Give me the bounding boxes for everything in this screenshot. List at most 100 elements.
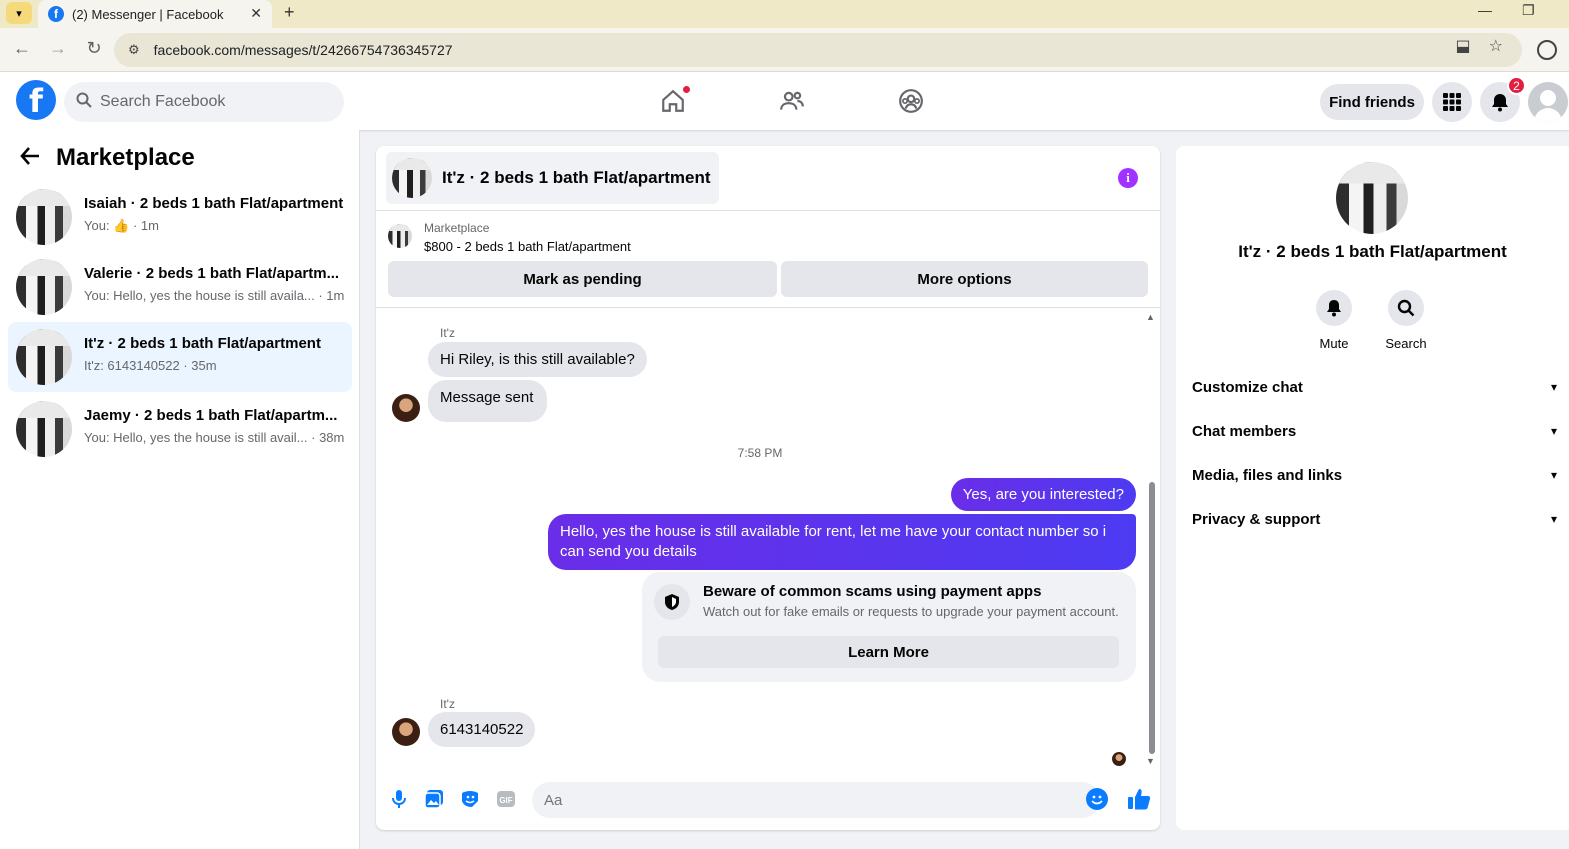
find-friends-button[interactable]: Find friends xyxy=(1320,84,1424,120)
sidebar-header: Marketplace xyxy=(20,144,195,172)
tab-search-chevron-icon[interactable]: ▾ xyxy=(6,2,32,24)
microphone-icon[interactable] xyxy=(388,788,410,810)
reload-icon[interactable]: ↻ xyxy=(82,38,106,59)
info-icon[interactable]: i xyxy=(1118,168,1138,188)
learn-more-button[interactable]: Learn More xyxy=(658,636,1119,668)
conversation-preview: You: 👍 · 1m xyxy=(84,218,159,233)
search-placeholder: Search Facebook xyxy=(100,93,226,110)
message-timestamp: 7:58 PM xyxy=(737,446,783,460)
search-icon xyxy=(1388,290,1424,326)
install-app-icon[interactable]: ⬓ xyxy=(1456,36,1471,56)
mark-as-pending-button[interactable]: Mark as pending xyxy=(388,261,777,297)
mute-label: Mute xyxy=(1319,336,1349,351)
conversation-name: Isaiah · 2 beds 1 bath Flat/apartment xyxy=(84,195,344,212)
chat-pane: It'z · 2 beds 1 bath Flat/apartment i Ma… xyxy=(376,146,1160,830)
restore-icon[interactable]: ❐ xyxy=(1522,2,1535,19)
outgoing-message: Hello, yes the house is still available … xyxy=(548,514,1136,570)
facebook-favicon-icon: f xyxy=(48,6,64,22)
outgoing-message: Yes, are you interested? xyxy=(950,478,1136,511)
chat-thumbnail xyxy=(392,158,432,198)
facebook-logo[interactable]: f xyxy=(16,80,56,120)
chevron-down-icon: ▾ xyxy=(1550,512,1557,526)
privacy-support-section[interactable]: Privacy & support ▾ xyxy=(1192,499,1557,539)
tab-title: (2) Messenger | Facebook xyxy=(72,6,224,22)
marketplace-listing-bar: Marketplace $800 - 2 beds 1 bath Flat/ap… xyxy=(376,210,1160,308)
scroll-down-icon[interactable]: ▼ xyxy=(1146,756,1155,766)
thumbs-up-icon: 👍 xyxy=(113,218,130,233)
chat-title: It'z · 2 beds 1 bath Flat/apartment xyxy=(442,168,711,187)
minimize-icon[interactable]: — xyxy=(1478,2,1492,18)
forward-icon[interactable]: → xyxy=(46,38,70,59)
browser-tab[interactable]: f (2) Messenger | Facebook ✕ xyxy=(38,0,272,28)
chat-members-section[interactable]: Chat members ▾ xyxy=(1192,411,1557,451)
new-tab-button[interactable]: + xyxy=(284,2,295,23)
conversation-preview: It'z: 6143140522 · 35m xyxy=(84,358,217,373)
sender-name: It'z xyxy=(440,326,455,340)
notifications-bell-icon[interactable]: 2 xyxy=(1480,76,1526,122)
grid-menu-icon[interactable] xyxy=(1432,82,1472,122)
chat-info-title: It'z · 2 beds 1 bath Flat/apartment xyxy=(1238,242,1507,261)
conversation-preview: You: Hello, yes the house is still avail… xyxy=(84,430,345,445)
tab-close-icon[interactable]: ✕ xyxy=(250,5,262,22)
sidebar-title: Marketplace xyxy=(56,144,195,171)
media-files-links-section[interactable]: Media, files and links ▾ xyxy=(1192,455,1557,495)
conversation-name: Jaemy · 2 beds 1 bath Flat/apartm... xyxy=(84,407,338,424)
bell-icon xyxy=(1316,290,1352,326)
chat-header-title-button[interactable]: It'z · 2 beds 1 bath Flat/apartment xyxy=(386,152,719,204)
customize-chat-section[interactable]: Customize chat ▾ xyxy=(1192,367,1557,407)
account-avatar[interactable] xyxy=(1528,82,1568,122)
message-composer: GIF xyxy=(376,772,1160,830)
groups-icon[interactable] xyxy=(896,86,926,116)
conversation-item[interactable]: Isaiah · 2 beds 1 bath Flat/apartment Yo… xyxy=(8,182,352,252)
message-input[interactable] xyxy=(532,782,1100,818)
listing-thumbnail xyxy=(16,329,72,385)
url-text: facebook.com/messages/t/2426675473634572… xyxy=(153,42,453,58)
url-field[interactable]: ⚙ facebook.com/messages/t/24266754736345… xyxy=(114,33,1522,67)
incoming-message: Message sent xyxy=(428,380,548,422)
svg-text:GIF: GIF xyxy=(499,796,512,805)
back-icon[interactable]: ← xyxy=(10,38,34,59)
search-label: Search xyxy=(1385,336,1427,351)
seen-receipt-avatar xyxy=(1112,752,1126,766)
scroll-up-icon[interactable]: ▲ xyxy=(1146,312,1155,322)
listing-thumbnail xyxy=(16,401,72,457)
conversation-name: It'z · 2 beds 1 bath Flat/apartment xyxy=(84,335,321,352)
chat-scrollbar[interactable]: ▲ ▼ xyxy=(1146,312,1156,766)
bookmark-star-icon[interactable]: ☆ xyxy=(1489,36,1503,56)
sticker-icon[interactable] xyxy=(459,788,481,810)
friends-icon[interactable] xyxy=(777,86,807,116)
message-thread: It'z Hi Riley, is this still available? … xyxy=(376,308,1160,770)
listing-price-title[interactable]: $800 - 2 beds 1 bath Flat/apartment xyxy=(424,239,631,254)
browser-profile-icon[interactable] xyxy=(1537,40,1557,60)
emoji-icon[interactable] xyxy=(1086,788,1108,810)
photo-icon[interactable] xyxy=(423,788,445,810)
home-notification-dot xyxy=(683,86,690,93)
shield-icon xyxy=(654,584,690,620)
site-settings-icon[interactable]: ⚙ xyxy=(128,42,140,58)
sender-name: It'z xyxy=(440,697,455,711)
thumbs-up-send-icon[interactable] xyxy=(1126,786,1152,812)
sender-avatar xyxy=(392,718,420,746)
mute-button[interactable]: Mute xyxy=(1304,290,1364,351)
notification-count-badge: 2 xyxy=(1507,76,1526,95)
conversation-item[interactable]: Valerie · 2 beds 1 bath Flat/apartm... Y… xyxy=(8,252,352,322)
more-options-button[interactable]: More options xyxy=(781,261,1148,297)
incoming-message: 6143140522 xyxy=(428,712,536,747)
conversation-item-active[interactable]: It'z · 2 beds 1 bath Flat/apartment It'z… xyxy=(8,322,352,392)
chevron-down-icon: ▾ xyxy=(1550,468,1557,482)
search-facebook-field[interactable]: Search Facebook xyxy=(64,82,344,122)
conversation-item[interactable]: Jaemy · 2 beds 1 bath Flat/apartm... You… xyxy=(8,394,352,464)
conversation-preview: You: Hello, yes the house is still avail… xyxy=(84,288,345,303)
scrollbar-thumb[interactable] xyxy=(1149,482,1155,754)
address-bar-row: ← → ↻ ⚙ facebook.com/messages/t/24266754… xyxy=(0,28,1569,72)
scam-warning-title: Beware of common scams using payment app… xyxy=(703,583,1042,600)
scam-warning-description: Watch out for fake emails or requests to… xyxy=(703,604,1119,619)
search-in-chat-button[interactable]: Search xyxy=(1376,290,1436,351)
gif-icon[interactable]: GIF xyxy=(495,788,517,810)
home-icon[interactable] xyxy=(658,86,690,116)
sender-avatar xyxy=(392,394,420,422)
conversation-name: Valerie · 2 beds 1 bath Flat/apartm... xyxy=(84,265,340,282)
listing-thumbnail xyxy=(388,224,412,248)
back-arrow-icon[interactable] xyxy=(20,144,40,172)
search-icon xyxy=(76,92,92,113)
